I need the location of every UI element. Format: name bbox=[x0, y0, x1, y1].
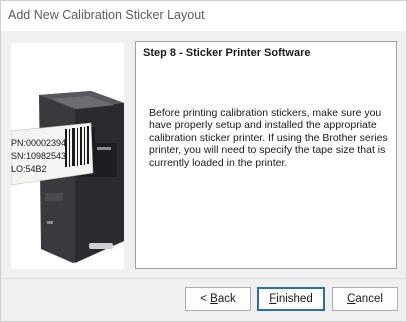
finished-button-mnemonic: F bbox=[269, 293, 277, 305]
wizard-window: Add New Calibration Sticker Layout PN:00… bbox=[0, 0, 407, 322]
printer-image: PN:00002394 SN:10982543 LO:54B2 bbox=[11, 43, 124, 269]
window-title: Add New Calibration Sticker Layout bbox=[8, 8, 205, 22]
label-line-2: SN:10982543 bbox=[11, 151, 66, 161]
finished-button-label: inished bbox=[276, 293, 313, 305]
printer-icon: PN:00002394 SN:10982543 LO:54B2 bbox=[11, 91, 124, 263]
title-bar: Add New Calibration Sticker Layout bbox=[1, 1, 406, 31]
step-description: Before printing calibration stickers, ma… bbox=[149, 107, 388, 169]
back-button-mnemonic: B bbox=[210, 293, 218, 305]
footer-divider bbox=[1, 278, 406, 279]
label-line-1: PN:00002394 bbox=[11, 138, 66, 148]
step-info-panel: Step 8 - Sticker Printer Software Before… bbox=[135, 41, 397, 269]
back-button[interactable]: < Back bbox=[185, 287, 251, 311]
cancel-button-label: ancel bbox=[355, 293, 383, 305]
back-button-prefix: < bbox=[200, 293, 211, 305]
cancel-button-mnemonic: C bbox=[347, 293, 356, 305]
label-line-3: LO:54B2 bbox=[11, 164, 47, 174]
finished-button[interactable]: Finished bbox=[257, 287, 325, 311]
back-button-label: ack bbox=[217, 293, 236, 305]
step-title: Step 8 - Sticker Printer Software bbox=[143, 47, 311, 59]
cancel-button[interactable]: Cancel bbox=[332, 287, 398, 311]
wizard-content: PN:00002394 SN:10982543 LO:54B2 Step 8 -… bbox=[1, 31, 406, 279]
